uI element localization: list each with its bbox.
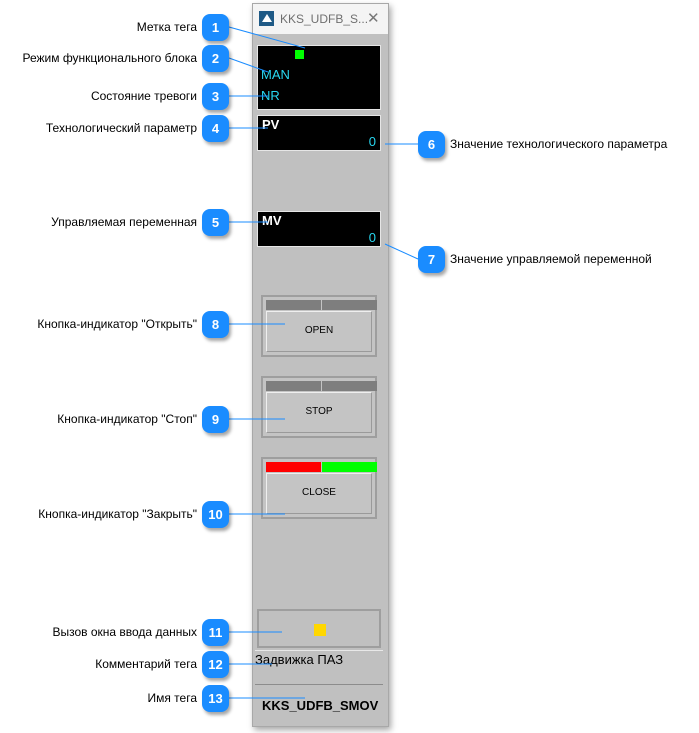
mv-panel: MV 0 <box>257 211 381 247</box>
app-logo-icon <box>259 11 274 26</box>
callout-label-4: Технологический параметр <box>45 121 197 135</box>
faceplate-window: KKS_UDFB_S... ✕ MAN NR PV 0 MV 0 OPEN ST… <box>252 3 389 727</box>
callout-badge-13: 13 <box>202 685 229 712</box>
callout-label-11: Вызов окна ввода данных <box>52 625 197 639</box>
open-indicator-right <box>322 300 377 310</box>
tag-comment: Задвижка ПАЗ <box>255 652 344 667</box>
close-indicator-right <box>322 462 377 472</box>
callout-label-7: Значение управляемой переменной <box>450 252 652 266</box>
stop-button[interactable]: STOP <box>261 376 377 438</box>
close-button[interactable]: CLOSE <box>261 457 377 519</box>
callout-badge-9: 9 <box>202 406 229 433</box>
stop-indicator-right <box>322 381 377 391</box>
callout-badge-3: 3 <box>202 83 229 110</box>
tag-mark <box>295 50 304 59</box>
divider <box>255 650 383 651</box>
callout-badge-7: 7 <box>418 246 445 273</box>
stop-button-label: STOP <box>266 392 372 433</box>
callout-badge-2: 2 <box>202 45 229 72</box>
callout-label-1: Метка тега <box>136 20 197 34</box>
callout-badge-1: 1 <box>202 14 229 41</box>
mv-value: 0 <box>368 230 376 245</box>
mv-label: MV <box>262 213 282 228</box>
data-input-indicator <box>314 624 326 636</box>
stop-indicator-left <box>266 381 321 391</box>
callout-badge-4: 4 <box>202 115 229 142</box>
callout-badge-11: 11 <box>202 619 229 646</box>
callout-label-3: Состояние тревоги <box>90 89 197 103</box>
pv-panel: PV 0 <box>257 115 381 151</box>
divider <box>255 684 383 685</box>
open-button-label: OPEN <box>266 311 372 352</box>
callout-label-6: Значение технологического параметра <box>450 137 668 151</box>
open-indicator-left <box>266 300 321 310</box>
open-button[interactable]: OPEN <box>261 295 377 357</box>
callout-badge-12: 12 <box>202 651 229 678</box>
pv-label: PV <box>262 117 280 132</box>
title-bar: KKS_UDFB_S... ✕ <box>253 4 388 34</box>
callout-label-10: Кнопка-индикатор "Закрыть" <box>38 507 197 521</box>
close-icon[interactable]: ✕ <box>367 9 380 27</box>
alarm-state: NR <box>261 88 280 103</box>
block-mode: MAN <box>261 67 290 82</box>
status-panel: MAN NR <box>257 45 381 110</box>
pv-value: 0 <box>368 134 376 149</box>
data-input-button[interactable] <box>257 609 381 648</box>
window-title: KKS_UDFB_S... <box>280 12 369 26</box>
callout-label-9: Кнопка-индикатор "Стоп" <box>57 412 197 426</box>
tag-name: KKS_UDFB_SMOV <box>262 698 379 713</box>
leader-line-7 <box>384 243 419 260</box>
close-indicator-left <box>266 462 321 472</box>
callout-badge-10: 10 <box>202 501 229 528</box>
callout-label-2: Режим функционального блока <box>22 51 197 65</box>
callout-label-5: Управляемая переменная <box>51 215 197 229</box>
callout-badge-8: 8 <box>202 311 229 338</box>
callout-label-8: Кнопка-индикатор "Открыть" <box>37 317 197 331</box>
callout-badge-5: 5 <box>202 209 229 236</box>
callout-label-13: Имя тега <box>147 691 197 705</box>
close-button-label: CLOSE <box>266 473 372 514</box>
callout-label-12: Комментарий тега <box>95 657 197 671</box>
callout-badge-6: 6 <box>418 131 445 158</box>
